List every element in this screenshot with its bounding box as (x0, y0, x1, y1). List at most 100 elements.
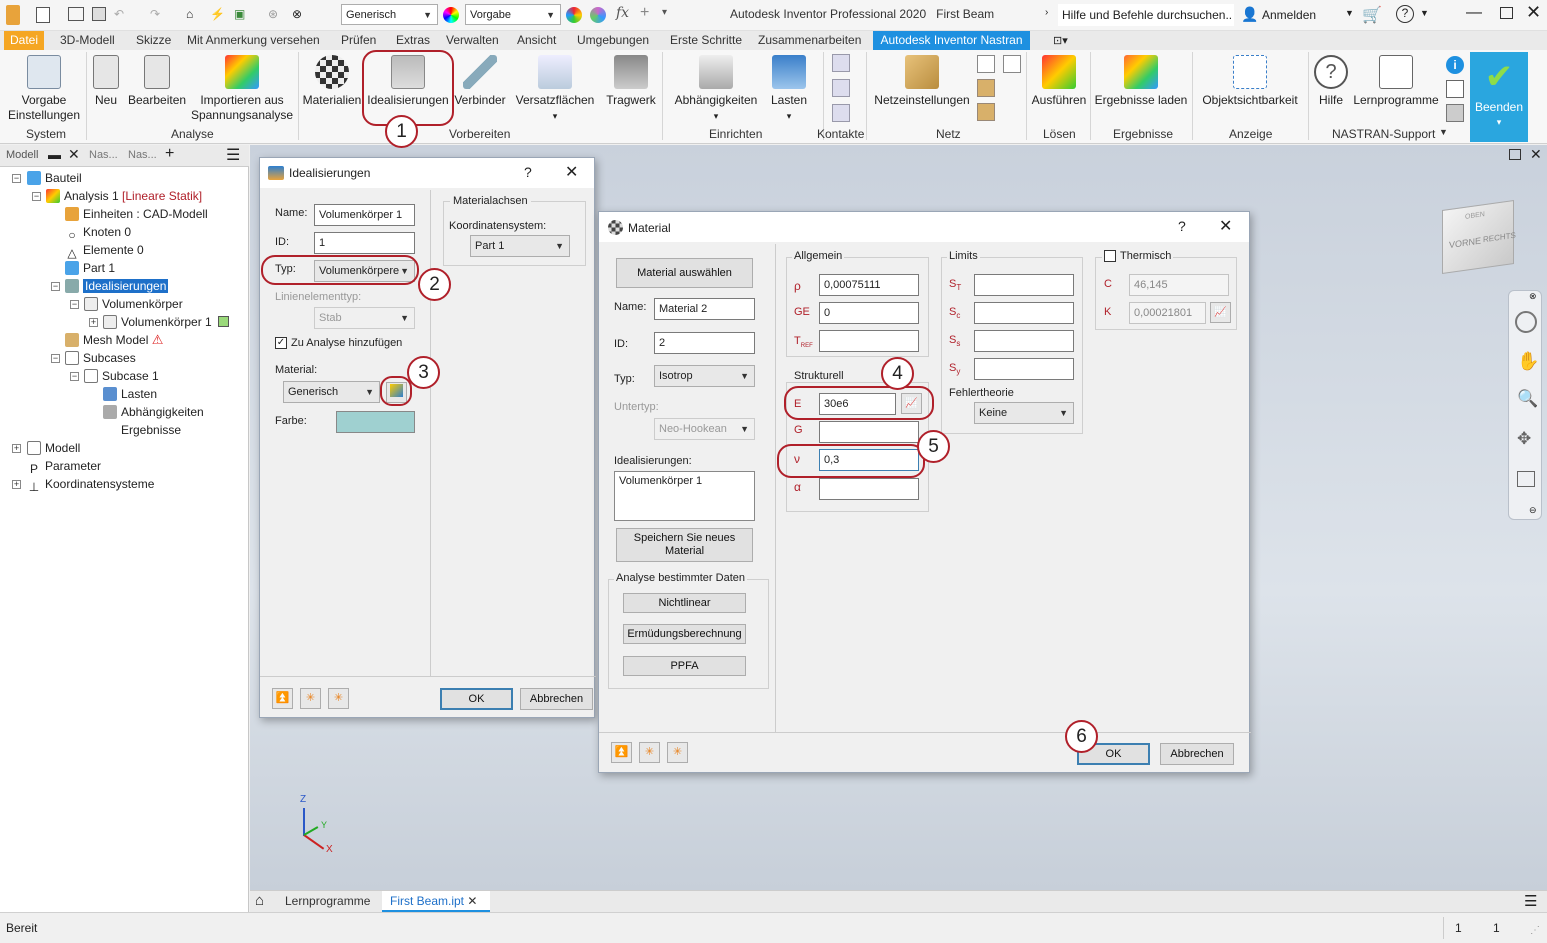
search-arrow-icon[interactable]: › (1045, 7, 1048, 18)
tree-item-idealisierungen[interactable]: Idealisierungen (65, 277, 169, 295)
coord-system-select[interactable]: Part 1 ▼ (470, 235, 570, 257)
tree-item-mesh-model[interactable]: Mesh Model ⚠ (65, 331, 163, 349)
new-button[interactable]: ✳ (639, 742, 660, 763)
dialog-close-icon[interactable]: ✕ (565, 162, 578, 182)
mesh-settings-button[interactable]: Netzeinstellungen (872, 55, 972, 108)
info-icon[interactable]: i (1446, 56, 1464, 74)
materials-button[interactable]: Materialien (302, 55, 362, 108)
material-id-input[interactable]: 2 (654, 332, 755, 354)
community-icon[interactable] (1446, 104, 1464, 122)
mesh-refine-icon[interactable] (977, 79, 995, 97)
ribbon-options-icon[interactable]: ⊡▾ (1053, 34, 1068, 47)
new-button[interactable]: ✳ (300, 688, 321, 709)
shear-limit-input[interactable] (974, 330, 1074, 352)
pan-icon[interactable]: ✋ (1517, 351, 1539, 372)
new-copy-button[interactable]: ✳ (667, 742, 688, 763)
help-dropdown-icon[interactable]: ▼ (1420, 8, 1429, 18)
adjust-appearance-icon[interactable] (566, 7, 582, 23)
zoom-icon[interactable]: 🔍 (1517, 389, 1538, 409)
browser-tab-nastran-2[interactable]: Nas... (128, 149, 157, 161)
search-input[interactable]: Hilfe und Befehle durchsuchen.. (1058, 4, 1234, 26)
cart-icon[interactable]: 🛒 (1362, 5, 1382, 25)
add-to-analysis-checkbox[interactable]: ✓ Zu Analyse hinzufügen (275, 337, 402, 349)
tab-datei[interactable]: Datei (4, 31, 44, 50)
compressive-limit-input[interactable] (974, 302, 1074, 324)
shear-modulus-input[interactable] (819, 421, 919, 443)
resize-grip-icon[interactable]: ⋰ (1530, 925, 1540, 936)
browser-tab-pin-icon[interactable]: ▬ (48, 147, 61, 162)
material-quick-select[interactable]: Generisch ▼ (341, 4, 438, 25)
update-icon[interactable]: ⚡ (210, 7, 226, 25)
help-button[interactable]: ? Hilfe (1312, 55, 1350, 108)
tree-item-analysis[interactable]: Analysis 1 [Lineare Statik] (46, 187, 202, 205)
material-select[interactable]: Generisch ▼ (283, 381, 380, 403)
tabs-menu-icon[interactable]: ☰ (1524, 892, 1537, 910)
tree-item-volumenkoerper-1[interactable]: Volumenkörper 1 (103, 313, 230, 331)
damping-input[interactable]: 0 (819, 302, 919, 324)
expander-bauteil[interactable]: − (12, 174, 21, 183)
plus-icon[interactable]: + (640, 4, 649, 22)
expander-subcase-1[interactable]: − (70, 372, 79, 381)
ok-button[interactable]: OK (440, 688, 513, 710)
tab-verwalten[interactable]: Verwalten (446, 33, 499, 47)
yield-limit-input[interactable] (974, 358, 1074, 380)
material-type-select[interactable]: Isotrop ▼ (654, 365, 755, 387)
navbar-close-icon[interactable]: ⊗ (1529, 291, 1537, 302)
tree-item-subcase-1[interactable]: Subcase 1 (84, 367, 159, 385)
tref-input[interactable] (819, 330, 919, 352)
tab-ansicht[interactable]: Ansicht (517, 33, 556, 47)
id-input[interactable]: 1 (314, 232, 415, 254)
tab-extras[interactable]: Extras (396, 33, 430, 47)
tab-zusammenarbeiten[interactable]: Zusammenarbeiten (758, 33, 861, 47)
run-button[interactable]: Ausführen (1030, 55, 1088, 108)
offset-surfaces-button[interactable]: Versatzflächen ▾ (514, 55, 596, 124)
tree-item-bauteil[interactable]: Bauteil (27, 169, 82, 187)
dialog-close-icon[interactable]: ✕ (1219, 216, 1232, 236)
tree-item-lasten[interactable]: Lasten (103, 385, 157, 403)
thermal-expansion-input[interactable] (819, 478, 919, 500)
home-tab-icon[interactable]: ⌂ (255, 892, 264, 909)
new-copy-button[interactable]: ✳ (328, 688, 349, 709)
select-icon[interactable]: ▣ (234, 7, 250, 25)
new-file-icon[interactable] (36, 7, 50, 23)
thermal-checkbox[interactable]: Thermisch (1102, 250, 1174, 262)
browser-tab-nastran-1[interactable]: Nas... (89, 149, 118, 161)
tab-first-beam[interactable]: First Beam.ipt ✕ (382, 891, 490, 912)
expander-modell[interactable]: + (12, 444, 21, 453)
conductivity-input[interactable]: 0,00021801 (1129, 302, 1206, 324)
save-new-material-button[interactable]: Speichern Sie neues Material (616, 528, 753, 562)
expander-volumenkoerper[interactable]: − (70, 300, 79, 309)
home-icon[interactable]: ⌂ (186, 7, 202, 25)
subtype-select[interactable]: Neo-Hookean ▼ (654, 418, 755, 440)
list-item[interactable]: Volumenkörper 1 (619, 475, 750, 487)
expander-subcases[interactable]: − (51, 354, 60, 363)
nonlinear-button[interactable]: Nichtlinear (623, 593, 746, 613)
tab-umgebungen[interactable]: Umgebungen (577, 33, 649, 47)
tree-item-ergebnisse[interactable]: Ergebnisse (103, 421, 181, 439)
close-window-icon[interactable]: ✕ (1526, 2, 1541, 23)
beam-button[interactable]: Tragwerk (604, 55, 658, 108)
contact-manual-icon[interactable] (832, 79, 850, 97)
viewport-close-icon[interactable]: ✕ (1530, 146, 1542, 163)
default-settings-button[interactable]: Vorgabe Einstellungen (6, 55, 82, 123)
browser-menu-icon[interactable]: ☰ (226, 145, 240, 165)
collapse-button[interactable]: ⏫ (272, 688, 293, 709)
app-logo-icon[interactable] (6, 5, 20, 25)
k-temperature-button[interactable]: 📈 (1210, 302, 1231, 323)
import-stress-button[interactable]: Importieren aus Spannungsanalyse (190, 55, 294, 123)
select-material-button[interactable]: Material auswählen (616, 258, 753, 288)
open-file-icon[interactable] (68, 7, 84, 21)
customize-icon[interactable]: ▾ (662, 7, 667, 18)
mesh-local-icon[interactable] (977, 103, 995, 121)
object-visibility-button[interactable]: Objektsichtbarkeit (1198, 55, 1302, 108)
loads-button[interactable]: Lasten ▾ (766, 55, 812, 124)
tree-item-parameter[interactable]: P Parameter (27, 457, 101, 476)
expander-analysis[interactable]: − (32, 192, 41, 201)
maximize-window-icon[interactable] (1500, 7, 1513, 19)
dialog-help-button[interactable]: ? (524, 164, 532, 180)
finish-button[interactable]: ✔ Beenden ▾ (1470, 52, 1528, 142)
failure-theory-select[interactable]: Keine ▼ (974, 402, 1074, 424)
appearance-quick-select[interactable]: Vorgabe ▼ (465, 4, 561, 25)
edit-analysis-button[interactable]: Bearbeiten (128, 55, 186, 108)
material-name-input[interactable]: Material 2 (654, 298, 755, 320)
